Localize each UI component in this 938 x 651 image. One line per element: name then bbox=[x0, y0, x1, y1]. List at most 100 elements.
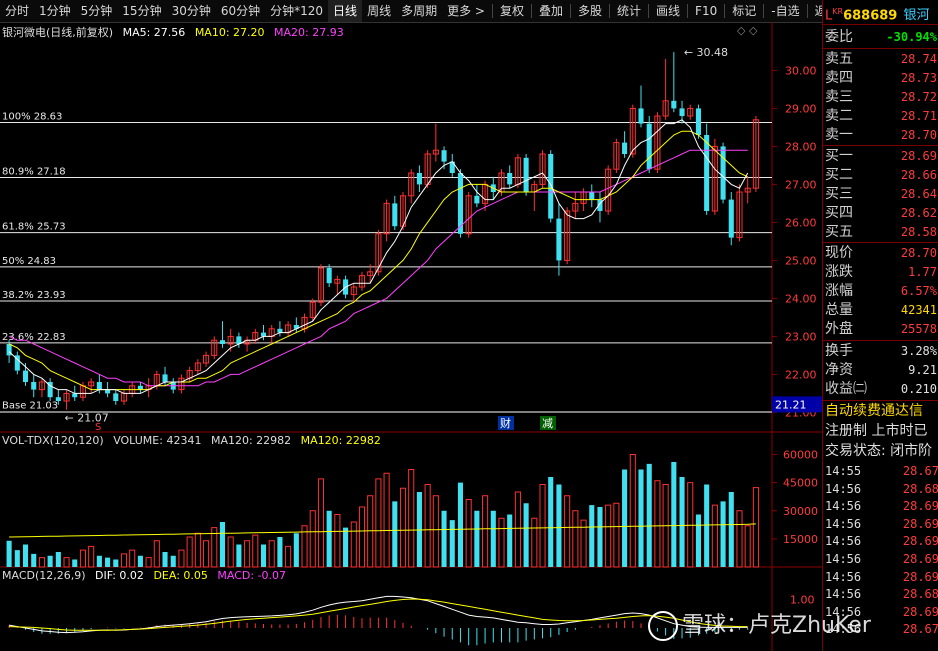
tick-price: 28.69 bbox=[902, 569, 938, 584]
period-tab-5[interactable]: 60分钟 bbox=[216, 0, 265, 22]
volume-bar bbox=[449, 520, 455, 567]
tick-time: 14:56 bbox=[825, 587, 862, 602]
price-axis-label: 29.00 bbox=[785, 102, 817, 115]
period-tab-6[interactable]: 分钟*120 bbox=[265, 0, 328, 22]
toolbar-separator bbox=[724, 4, 726, 18]
chart-header: 银河微电(日线,前复权) MA5: 27.56 MA10: 27.20 MA20… bbox=[2, 24, 344, 40]
volume-bar bbox=[170, 555, 176, 567]
macd-dif: DIF: 0.02 bbox=[95, 569, 144, 582]
divider bbox=[823, 242, 938, 243]
volume-bar bbox=[309, 510, 316, 568]
stat-row-1: 涨跌 1.77 bbox=[825, 263, 937, 282]
volume-bar bbox=[268, 540, 275, 568]
macd-dea: DEA: 0.05 bbox=[153, 569, 208, 582]
volume-bar bbox=[556, 484, 562, 567]
chart-ctrl-icons[interactable]: ◇ ◇ bbox=[737, 24, 757, 37]
volume-bar bbox=[79, 549, 87, 568]
ma5-label: MA5: 27.56 bbox=[122, 26, 186, 39]
candle-body bbox=[556, 218, 562, 261]
tick-time: 14:56 bbox=[825, 516, 862, 531]
candle-body bbox=[22, 370, 29, 382]
ask-row-1-value: 28.73 bbox=[900, 71, 937, 85]
candle-body bbox=[523, 157, 529, 192]
volume-bar bbox=[465, 499, 472, 568]
bid-row-0: 买一 28.69 bbox=[825, 147, 937, 166]
volume-bar bbox=[507, 514, 513, 567]
candle-body bbox=[474, 195, 480, 204]
volume-bar bbox=[408, 469, 415, 568]
tool-buttons: 复权叠加多股统计画线F10标记-自选返回 bbox=[490, 0, 844, 22]
volume-bar bbox=[31, 553, 37, 567]
trade-status-text: 交易状态: 闭市阶 bbox=[825, 443, 933, 459]
period-tab-8[interactable]: 周线 bbox=[362, 0, 396, 22]
tick-price: 28.69 bbox=[902, 499, 938, 514]
stat-row-4-value: 25578 bbox=[900, 322, 937, 336]
period-tab-0[interactable]: 分时 bbox=[0, 0, 34, 22]
tick-price: 28.68 bbox=[902, 481, 938, 496]
period-tab-3[interactable]: 15分钟 bbox=[117, 0, 166, 22]
volume-bar bbox=[744, 525, 751, 568]
volume-bar bbox=[350, 521, 357, 568]
volume-bar bbox=[145, 557, 152, 568]
volume-bar bbox=[6, 540, 12, 567]
volume-bar bbox=[326, 510, 332, 567]
ask-row-3-label: 卖二 bbox=[825, 108, 853, 124]
volume-bar bbox=[22, 544, 29, 567]
s-marker: S bbox=[95, 422, 101, 433]
period-tab-2[interactable]: 5分钟 bbox=[76, 0, 118, 22]
fib-label: 80.9% 27.18 bbox=[2, 167, 66, 178]
volume-bar bbox=[671, 462, 677, 567]
period-tab-4[interactable]: 30分钟 bbox=[167, 0, 216, 22]
price-axis-label: 23.00 bbox=[785, 330, 817, 343]
candle-body bbox=[679, 108, 685, 116]
volume-bar bbox=[711, 504, 718, 568]
period-toolbar: 分时 1分钟 5分钟 15分钟 30分钟 60分钟 分钟*120 日线 周线 多周期 更多 > 复权… bbox=[0, 0, 839, 23]
kline-chart[interactable]: 30.00 29.00 28.00 27.00 26.00 25.00 24.00 23.00… bbox=[0, 22, 822, 651]
tool-button-1[interactable]: 叠加 bbox=[534, 0, 568, 22]
volume-bar bbox=[55, 552, 61, 567]
tool-button-4[interactable]: 画线 bbox=[651, 0, 685, 22]
period-tab-9[interactable]: 多周期 bbox=[396, 0, 442, 22]
volume-bar bbox=[227, 536, 234, 568]
ask-row-0: 卖五 28.74 bbox=[825, 50, 937, 69]
ask-row-1: 卖四 28.73 bbox=[825, 69, 937, 88]
divider bbox=[823, 340, 938, 341]
tool-button-0[interactable]: 复权 bbox=[495, 0, 529, 22]
tool-button-7[interactable]: -自选 bbox=[766, 0, 804, 22]
period-tab-1[interactable]: 1分钟 bbox=[34, 0, 76, 22]
stat2-row-0-label: 换手 bbox=[825, 343, 853, 359]
volume-bar bbox=[153, 540, 160, 568]
candle-body bbox=[162, 374, 168, 382]
stock-code: 688689 bbox=[843, 8, 898, 24]
tool-button-3[interactable]: 统计 bbox=[612, 0, 646, 22]
volume-bar bbox=[236, 544, 242, 567]
ask-row-1-label: 卖四 bbox=[825, 70, 853, 86]
volume-bar bbox=[638, 469, 644, 567]
period-tab-10[interactable]: 更多 > bbox=[442, 0, 490, 22]
candle-body bbox=[695, 108, 701, 135]
volume-bar bbox=[432, 495, 439, 568]
volume-bar bbox=[203, 540, 210, 568]
period-tab-7[interactable]: 日线 bbox=[328, 0, 363, 22]
volume-bar bbox=[498, 517, 505, 568]
stat2-row-0: 换手 3.28% bbox=[825, 342, 937, 361]
cut-marker-text: 减 bbox=[542, 417, 553, 430]
volume-bar bbox=[752, 487, 759, 568]
ask-row-3: 卖二 28.71 bbox=[825, 107, 937, 126]
quote-panel: LKR688689 银河 委比 -30.94% 自动续费通达信 注册制 上市时已… bbox=[822, 0, 938, 651]
volume-bar bbox=[654, 480, 661, 568]
ticker-banner[interactable]: 自动续费通达信 bbox=[825, 402, 937, 421]
volume-bar bbox=[622, 469, 628, 567]
macd-title: MACD(12,26,9) bbox=[2, 569, 86, 582]
tool-button-5[interactable]: F10 bbox=[690, 0, 722, 22]
volume-bar bbox=[539, 484, 546, 568]
tick-row: 14:56 28.69 bbox=[825, 569, 938, 586]
weibi-label: 委比 bbox=[825, 29, 853, 45]
tool-button-6[interactable]: 标记 bbox=[727, 0, 761, 22]
fib-label: 50% 24.83 bbox=[2, 256, 56, 267]
tool-button-2[interactable]: 多股 bbox=[573, 0, 607, 22]
candle-body bbox=[507, 173, 513, 185]
candle-body bbox=[704, 135, 710, 211]
toolbar-separator bbox=[530, 4, 532, 18]
volume-header: VOL-TDX(120,120) VOLUME: 42341 MA120: 22… bbox=[2, 434, 381, 447]
